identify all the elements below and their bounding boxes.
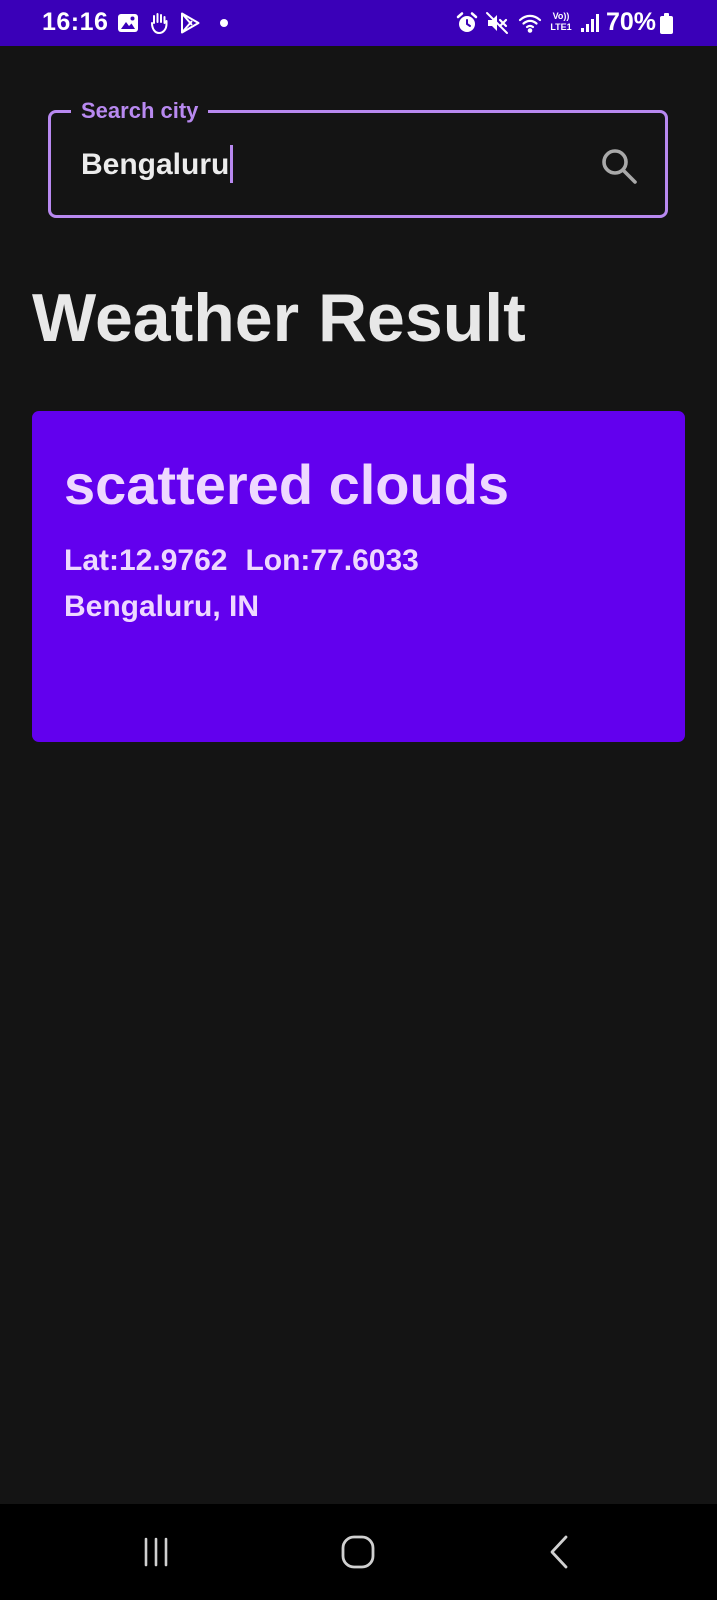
weather-result-card: scattered clouds Lat:12.9762 Lon:77.6033 … bbox=[32, 411, 685, 742]
page-title: Weather Result bbox=[32, 280, 526, 356]
latitude: Lat:12.9762 bbox=[64, 544, 228, 577]
recents-icon[interactable] bbox=[136, 1532, 176, 1572]
location-name: Bengaluru, IN bbox=[64, 590, 260, 623]
status-bar: 16:16 Vo)) LTE1 70% bbox=[0, 0, 717, 46]
status-time: 16:16 bbox=[42, 8, 109, 36]
gallery-icon bbox=[116, 11, 140, 35]
search-city-input[interactable]: Bengaluru bbox=[81, 145, 234, 185]
navigation-bar bbox=[0, 1504, 717, 1600]
wifi-icon bbox=[518, 11, 542, 35]
network-type-label: Vo)) LTE1 bbox=[550, 11, 572, 32]
signal-icon bbox=[578, 11, 602, 35]
search-city-field[interactable]: Search city Bengaluru bbox=[48, 96, 668, 218]
mute-icon bbox=[485, 11, 509, 35]
back-icon[interactable] bbox=[540, 1532, 580, 1572]
play-store-icon bbox=[178, 11, 202, 35]
hand-icon bbox=[147, 11, 171, 35]
battery-icon bbox=[660, 13, 673, 34]
notification-dot-icon bbox=[220, 19, 228, 27]
coordinates: Lat:12.9762 Lon:77.6033 bbox=[64, 541, 419, 581]
search-city-label: Search city bbox=[71, 96, 209, 126]
home-icon[interactable] bbox=[338, 1532, 378, 1572]
weather-description: scattered clouds bbox=[64, 453, 510, 516]
search-icon[interactable] bbox=[599, 146, 639, 186]
alarm-icon bbox=[455, 11, 479, 35]
text-cursor bbox=[230, 145, 234, 183]
longitude: Lon:77.6033 bbox=[245, 544, 419, 577]
battery-percentage: 70% bbox=[606, 8, 657, 36]
search-city-value: Bengaluru bbox=[81, 148, 230, 181]
